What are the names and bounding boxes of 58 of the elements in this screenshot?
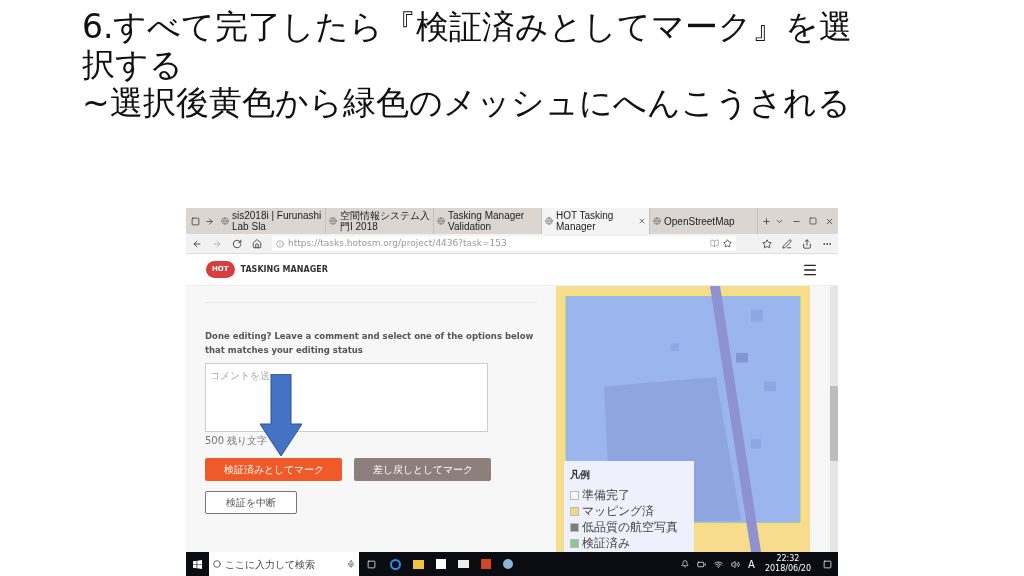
legend-label: マッピング済 [582, 504, 654, 518]
tab-label: HOT Tasking Manager [556, 210, 615, 232]
tab-label: Tasking Manager Validation [448, 210, 526, 232]
browser-tab[interactable]: OpenStreetMap [650, 208, 758, 234]
microphone-icon[interactable] [347, 560, 355, 568]
clock-time: 22:32 [776, 554, 800, 564]
favorites-icon[interactable] [762, 238, 772, 249]
browser-tab[interactable]: HOT Tasking Manager [542, 208, 650, 234]
tab-label: 空間情報システム入門I 2018 [340, 210, 430, 232]
clock-date: 2018/06/20 [764, 564, 811, 574]
legend-label: 低品質の航空写真 [582, 520, 678, 534]
building [736, 353, 748, 363]
wifi-icon[interactable] [714, 559, 724, 569]
back-icon[interactable] [192, 238, 202, 249]
close-icon[interactable] [825, 216, 834, 226]
site-icon [545, 217, 553, 225]
browser-tab[interactable]: Tasking Manager Validation [434, 208, 542, 234]
maximize-icon[interactable] [809, 217, 817, 225]
scrollbar[interactable] [830, 286, 838, 552]
close-icon[interactable] [638, 217, 646, 225]
site-icon [221, 217, 229, 225]
battery-icon[interactable] [697, 559, 707, 569]
browser-app-icon[interactable] [390, 558, 401, 570]
comment-field[interactable]: コメントを送 [205, 363, 488, 432]
search-placeholder: ここに入力して検索 [225, 557, 316, 572]
tab-preview-icon[interactable] [191, 216, 200, 226]
mark-button[interactable]: 差し戻しとしてマーク [354, 458, 491, 481]
slide-subtitle: ~選択後黄色から緑色のメッシュにへんこうされる [82, 84, 852, 122]
windows-logo-icon[interactable] [193, 559, 202, 569]
new-tab-icon[interactable] [762, 216, 771, 226]
legend-label: 準備完了 [582, 488, 630, 502]
app-title: TASKING MANAGER [240, 263, 328, 276]
legend-title: 凡例 [570, 468, 591, 482]
site-icon [653, 217, 661, 225]
stop-button[interactable]: 検証を中断 [205, 491, 297, 514]
slide-title: 6.すべて完了したら『検証済みとしてマーク』を選択する [82, 8, 854, 84]
tab-label: OpenStreetMap [664, 215, 736, 227]
app-icon[interactable] [503, 559, 513, 569]
set-aside-tabs-icon[interactable] [205, 216, 214, 226]
share-icon[interactable] [802, 238, 812, 249]
browser-tab[interactable]: sis2018i | Furunashi Lab Sla [218, 208, 326, 234]
volume-icon[interactable] [731, 559, 741, 569]
character-counter: 500 残り文字 [205, 434, 269, 448]
prompt-text: Done editing? Leave a comment and select one of the options below that matches your editing status [205, 330, 535, 357]
pen-icon[interactable] [782, 238, 792, 249]
refresh-icon[interactable] [232, 238, 242, 249]
browser-tab[interactable]: 空間情報システム入門I 2018 [326, 208, 434, 234]
folder-app-icon[interactable] [413, 559, 424, 569]
input-method-indicator[interactable]: A [748, 556, 755, 572]
search-icon [213, 560, 221, 568]
notifications-icon[interactable] [823, 559, 832, 569]
task-view-icon[interactable] [367, 559, 376, 569]
legend-label: 検証済み [582, 536, 630, 550]
taskbar-search-field[interactable]: ここに入力して検索 [209, 552, 359, 576]
tab-label: sis2018i | Furunashi Lab Sla [232, 210, 322, 232]
site-icon [437, 217, 445, 225]
site-icon [329, 217, 337, 225]
home-icon[interactable] [252, 238, 262, 249]
